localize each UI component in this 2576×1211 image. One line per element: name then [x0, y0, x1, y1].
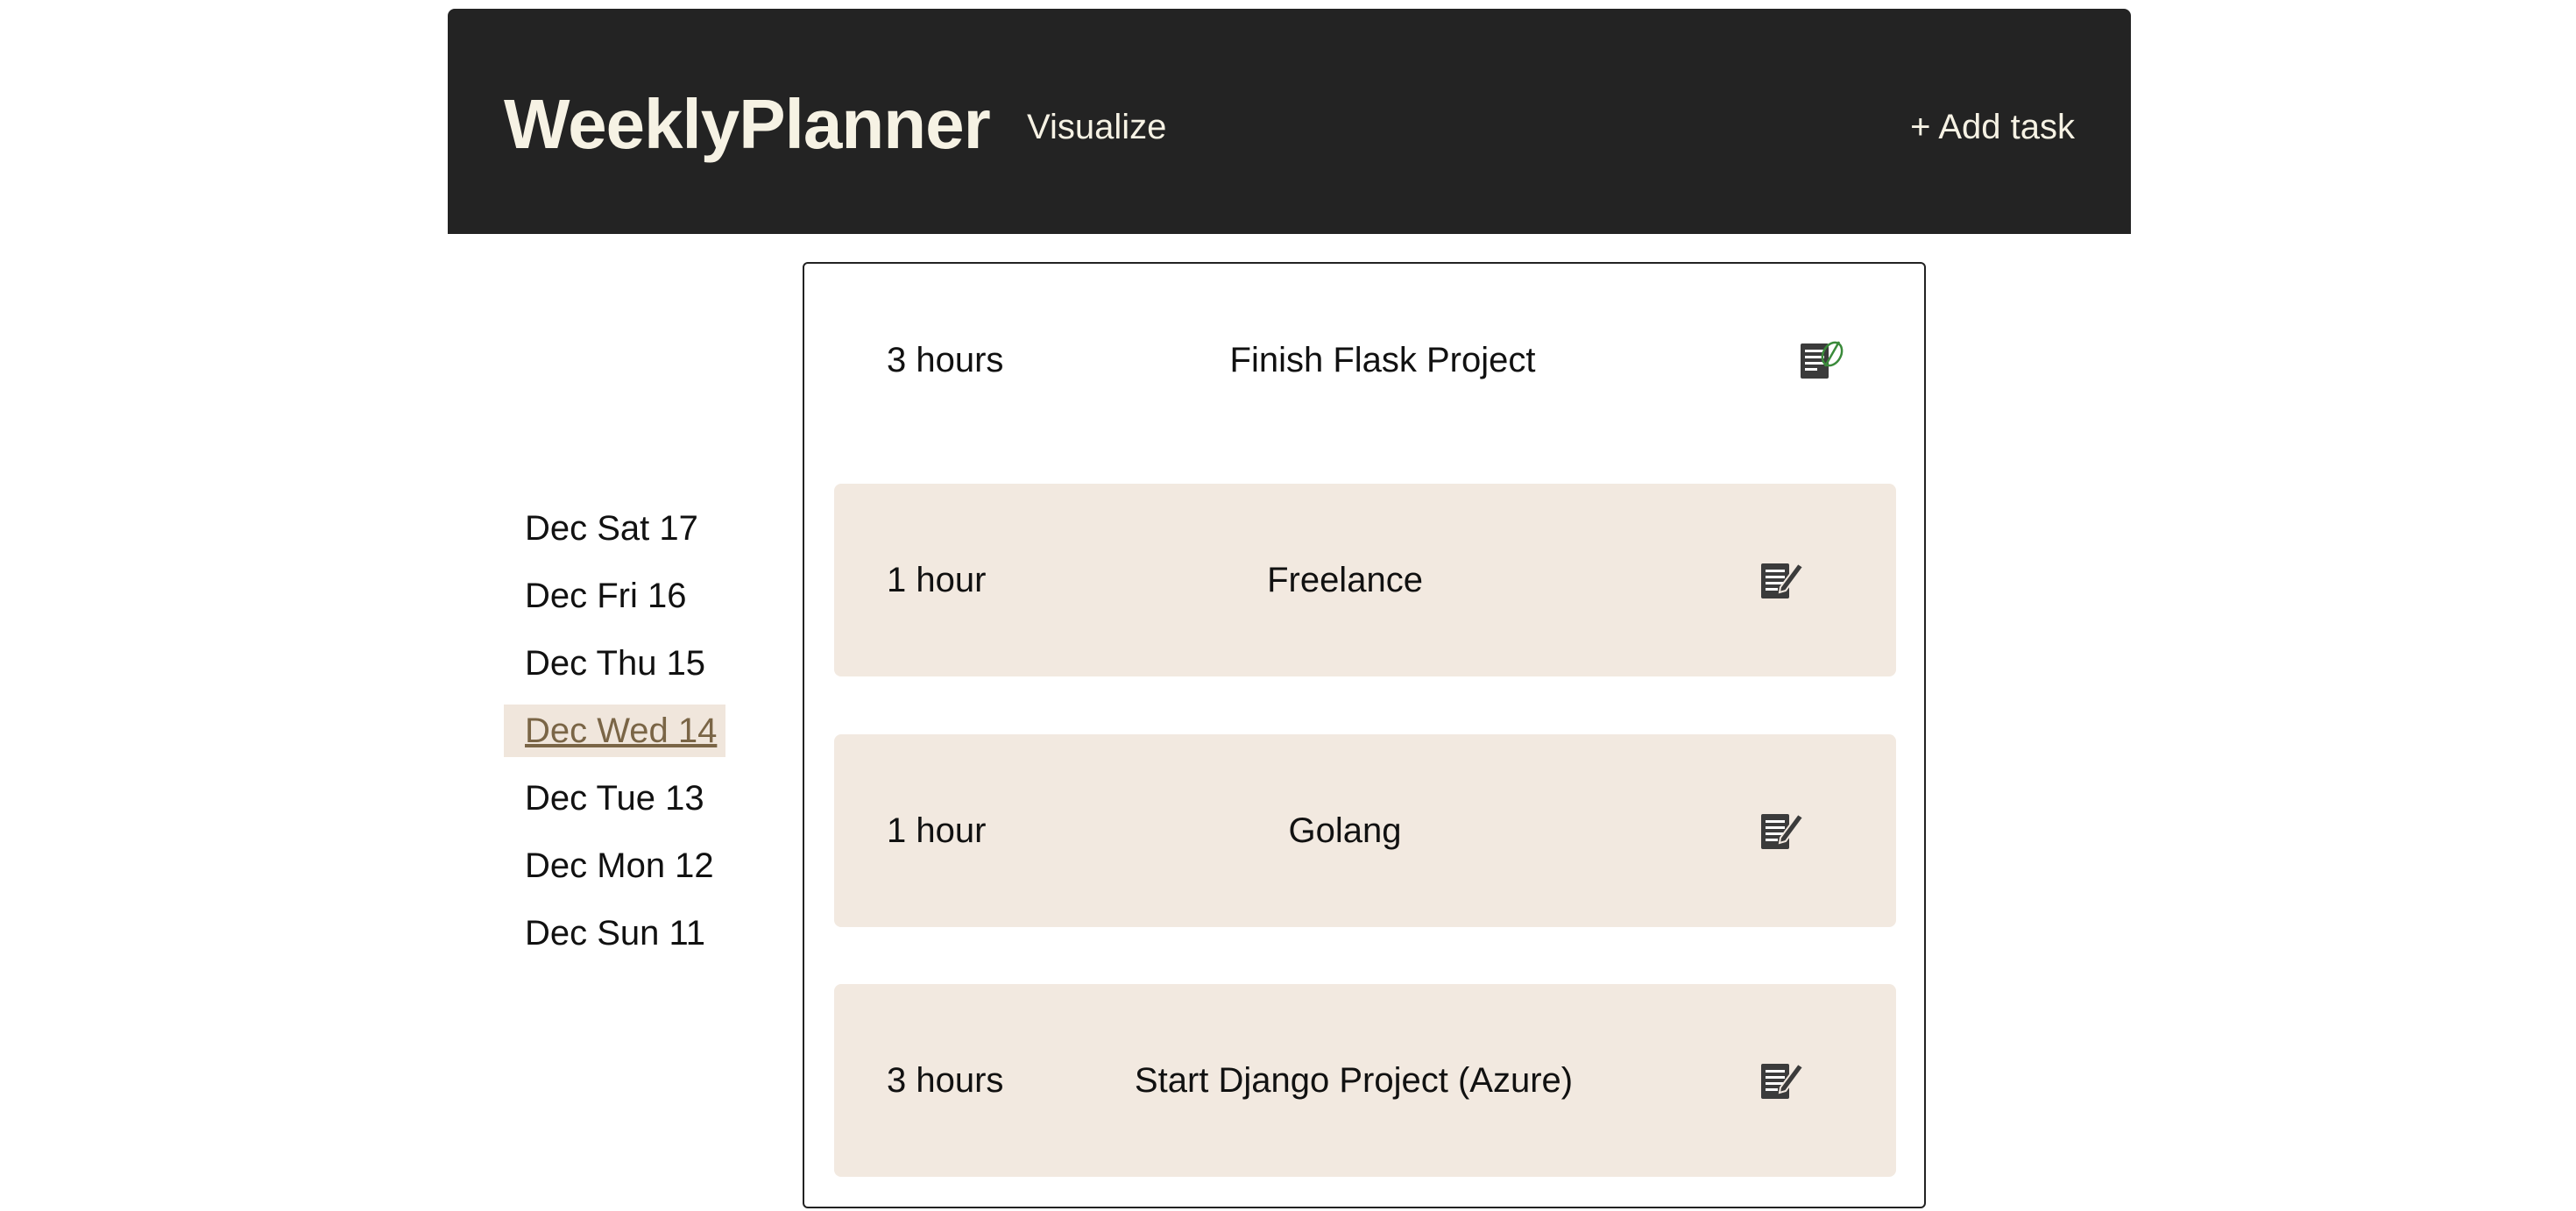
- add-task-link[interactable]: + Add task: [1910, 105, 2075, 149]
- task-title: Finish Flask Project: [1229, 341, 1536, 379]
- day-list: Dec Sat 17 Dec Fri 16 Dec Thu 15 Dec Wed…: [504, 502, 725, 974]
- task-card: 3 hours Start Django Project (Azure): [834, 984, 1896, 1177]
- task-hours: 3 hours: [887, 1061, 1004, 1100]
- brand-logo[interactable]: WeeklyPlanner: [504, 81, 991, 168]
- day-item[interactable]: Dec Mon 12: [504, 839, 725, 892]
- visualize-link[interactable]: Visualize: [1027, 105, 1166, 149]
- day-item[interactable]: Dec Tue 13: [504, 772, 725, 825]
- edit-icon[interactable]: [1759, 1059, 1807, 1102]
- day-item[interactable]: Dec Thu 15: [504, 637, 725, 690]
- task-card: 1 hour Golang: [834, 734, 1896, 927]
- task-list: 3 hours Finish Flask Project 1 hour Free…: [803, 262, 1926, 1208]
- edit-icon[interactable]: [1759, 809, 1807, 853]
- day-item[interactable]: Dec Sat 17: [504, 502, 725, 555]
- task-hours: 3 hours: [887, 341, 1004, 379]
- edit-icon[interactable]: [1759, 558, 1807, 602]
- edit-done-icon[interactable]: [1799, 338, 1846, 382]
- task-hours: 1 hour: [887, 561, 987, 599]
- top-navbar: WeeklyPlanner Visualize + Add task: [448, 9, 2131, 234]
- task-title: Freelance: [1267, 561, 1423, 599]
- task-title: Golang: [1288, 811, 1402, 850]
- task-title: Start Django Project (Azure): [1134, 1061, 1574, 1100]
- day-item[interactable]: Dec Sun 11: [504, 907, 725, 960]
- task-hours: 1 hour: [887, 811, 987, 850]
- task-card: 3 hours Finish Flask Project: [834, 264, 1896, 457]
- day-item-selected[interactable]: Dec Wed 14: [504, 705, 725, 757]
- task-card: 1 hour Freelance: [834, 484, 1896, 676]
- day-item[interactable]: Dec Fri 16: [504, 570, 725, 622]
